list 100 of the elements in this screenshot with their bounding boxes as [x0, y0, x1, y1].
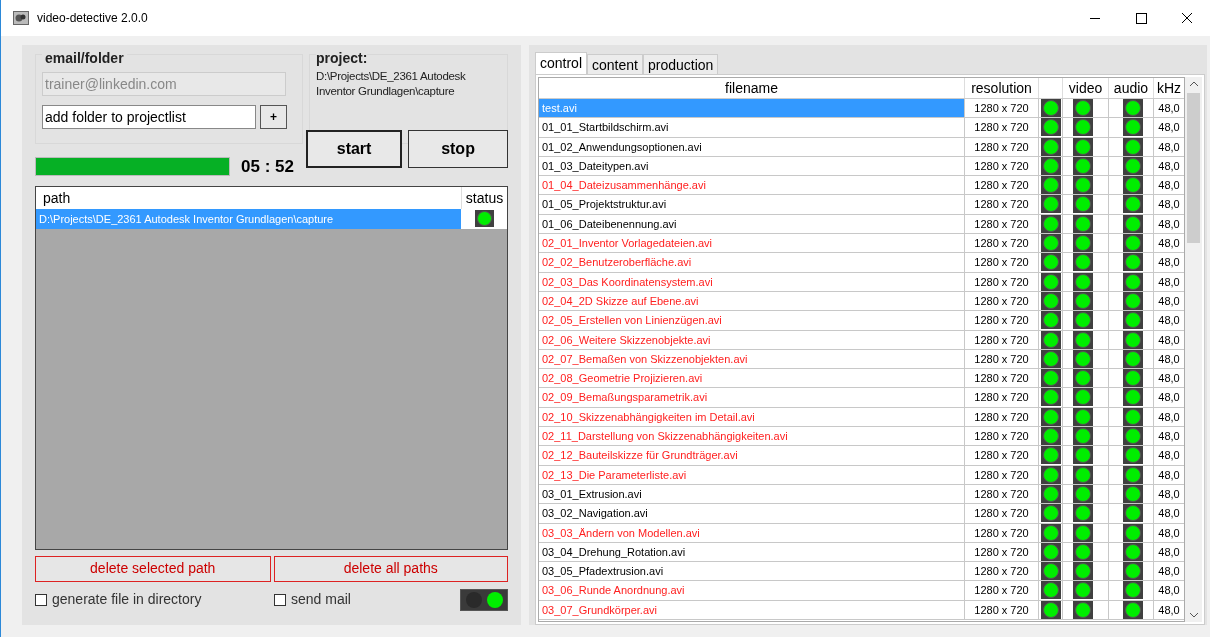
filename-cell[interactable]: 02_06_Weitere Skizzenobjekte.avi	[539, 330, 964, 349]
filename-cell[interactable]: 03_06_Runde Anordnung.avi	[539, 581, 964, 600]
column-header: status	[461, 186, 507, 209]
filename-cell[interactable]: 02_07_Bemaßen von Skizzenobjekten.avi	[539, 349, 964, 369]
resolution-cell: 1280 x 720	[964, 369, 1038, 388]
filename-cell[interactable]: 01_02_Anwendungsoptionen.avi	[539, 137, 964, 156]
resolution-cell: 1280 x 720	[964, 234, 1038, 253]
resolution-cell: 1280 x 720	[964, 214, 1038, 234]
status-light-icon	[1073, 562, 1093, 581]
filename-cell[interactable]: 02_08_Geometrie Projizieren.avi	[539, 369, 964, 388]
filename-cell[interactable]: 01_06_Dateibenennung.avi	[539, 214, 964, 234]
resolution-cell: 1280 x 720	[964, 349, 1038, 369]
tab[interactable]: content	[587, 54, 643, 74]
filename-cell[interactable]: 01_05_Projektstruktur.avi	[539, 195, 964, 214]
filename-cell[interactable]: 01_03_Dateitypen.avi	[539, 156, 964, 176]
resolution-cell: 1280 x 720	[964, 465, 1038, 484]
status-light-icon	[1073, 581, 1093, 600]
khz-cell: 48,0	[1153, 446, 1184, 465]
khz-cell: 48,0	[1153, 330, 1184, 349]
filename-cell[interactable]: 03_05_Pfadextrusion.avi	[539, 562, 964, 581]
khz-cell: 48,0	[1153, 137, 1184, 156]
khz-cell: 48,0	[1153, 195, 1184, 214]
status-light-icon	[1073, 176, 1093, 195]
filename-cell[interactable]: 03_03_Ändern von Modellen.avi	[539, 523, 964, 542]
khz-cell: 48,0	[1153, 562, 1184, 581]
filename-cell[interactable]: 02_11_Darstellung von Skizzenabhängigkeiten.avi	[539, 427, 964, 446]
resolution-cell: 1280 x 720	[964, 388, 1038, 407]
filename-cell[interactable]: 01_01_Startbildschirm.avi	[539, 118, 964, 137]
filename-cell[interactable]: 02_03_Das Koordinatensystem.avi	[539, 272, 964, 291]
khz-cell: 48,0	[1153, 118, 1184, 137]
window-title: video-detective 2.0.0	[37, 10, 148, 27]
checkbox[interactable]	[35, 593, 47, 606]
column-header: filename	[724, 79, 779, 98]
folder-field[interactable]: add folder to projectlist	[42, 105, 256, 129]
project-path: D:\Projects\DE_2361 Autodesk Inventor Grundlagen\capture	[316, 69, 467, 99]
khz-cell: 48,0	[1153, 176, 1184, 195]
filename-cell[interactable]: 03_07_Grundkörper.avi	[539, 600, 964, 619]
add-folder-button[interactable]: +	[260, 105, 287, 129]
filename-cell[interactable]: 03_01_Extrusion.avi	[539, 484, 964, 504]
khz-cell: 48,0	[1153, 427, 1184, 446]
filename-cell[interactable]: test.avi	[539, 99, 964, 118]
resolution-cell: 1280 x 720	[964, 484, 1038, 504]
app-logo-icon	[13, 11, 29, 25]
resolution-cell: 1280 x 720	[964, 504, 1038, 523]
filename-cell[interactable]: 02_02_Benutzeroberfläche.avi	[539, 253, 964, 272]
khz-cell: 48,0	[1153, 272, 1184, 291]
filename-cell[interactable]: 02_13_Die Parameterliste.avi	[539, 465, 964, 484]
column-header: path	[42, 188, 72, 208]
khz-cell: 48,0	[1153, 407, 1184, 427]
filename-cell[interactable]: 02_05_Erstellen von Linienzügen.avi	[539, 311, 964, 330]
delete-all-button[interactable]: delete all paths	[273, 555, 508, 582]
khz-cell: 48,0	[1153, 349, 1184, 369]
filename-cell[interactable]: 03_04_Drehung_Rotation.avi	[539, 542, 964, 562]
column-header: resolution	[964, 78, 1038, 98]
resolution-cell: 1280 x 720	[964, 523, 1038, 542]
filename-cell[interactable]: 02_04_2D Skizze auf Ebene.avi	[539, 291, 964, 311]
elapsed-time: 05 : 52	[241, 156, 294, 178]
column-header: kHz	[1153, 78, 1184, 98]
resolution-cell: 1280 x 720	[964, 581, 1038, 600]
filename-cell[interactable]: 02_10_Skizzenabhängigkeiten im Detail.avi	[539, 407, 964, 427]
status-light-icon	[1123, 388, 1143, 407]
status-light-icon	[1123, 195, 1143, 214]
filename-cell[interactable]: 02_09_Bemaßungsparametrik.avi	[539, 388, 964, 407]
status-light-icon	[1123, 99, 1143, 117]
status-light-icon	[1073, 369, 1093, 388]
scroll-thumb[interactable]	[1187, 93, 1200, 243]
tab[interactable]: control	[535, 52, 588, 74]
status-light-icon	[1073, 253, 1093, 272]
khz-cell: 48,0	[1153, 311, 1184, 330]
khz-cell: 48,0	[1153, 388, 1184, 407]
delete-selected-button[interactable]: delete selected path	[35, 555, 271, 582]
resolution-cell: 1280 x 720	[964, 272, 1038, 291]
stop-button[interactable]: stop	[408, 130, 508, 168]
status-light-icon	[1073, 234, 1093, 253]
khz-cell: 48,0	[1153, 99, 1184, 118]
filename-cell[interactable]: 01_04_Dateizusammenhänge.avi	[539, 176, 964, 195]
resolution-cell: 1280 x 720	[964, 446, 1038, 465]
filename-cell[interactable]: 02_12_Bauteilskizze für Grundträger.avi	[539, 446, 964, 465]
path-row[interactable]: D:\Projects\DE_2361 Autodesk Inventor Grundlagen\capture	[36, 208, 461, 229]
status-light-icon	[1073, 504, 1093, 523]
khz-cell: 48,0	[1153, 600, 1184, 619]
start-button[interactable]: start	[306, 130, 403, 168]
email-field[interactable]: trainer@linkedin.com	[42, 72, 286, 96]
status-light-icon	[1123, 176, 1143, 195]
filename-cell[interactable]: 02_01_Inventor Vorlagedateien.avi	[539, 234, 964, 253]
status-light-icon	[1073, 388, 1093, 407]
status-light-icon	[1073, 311, 1093, 330]
filename-cell[interactable]: 03_02_Navigation.avi	[539, 504, 964, 523]
resolution-cell: 1280 x 720	[964, 562, 1038, 581]
checkbox[interactable]	[274, 593, 286, 606]
tab[interactable]: production	[642, 54, 719, 74]
scrollbar[interactable]	[1185, 77, 1202, 622]
resolution-cell: 1280 x 720	[964, 600, 1038, 619]
resolution-cell: 1280 x 720	[964, 156, 1038, 176]
status-light-icon	[1123, 562, 1143, 581]
resolution-cell: 1280 x 720	[964, 427, 1038, 446]
khz-cell: 48,0	[1153, 234, 1184, 253]
column-header: video	[1062, 78, 1108, 98]
khz-cell: 48,0	[1153, 253, 1184, 272]
checkbox-label: send mail	[291, 590, 351, 609]
